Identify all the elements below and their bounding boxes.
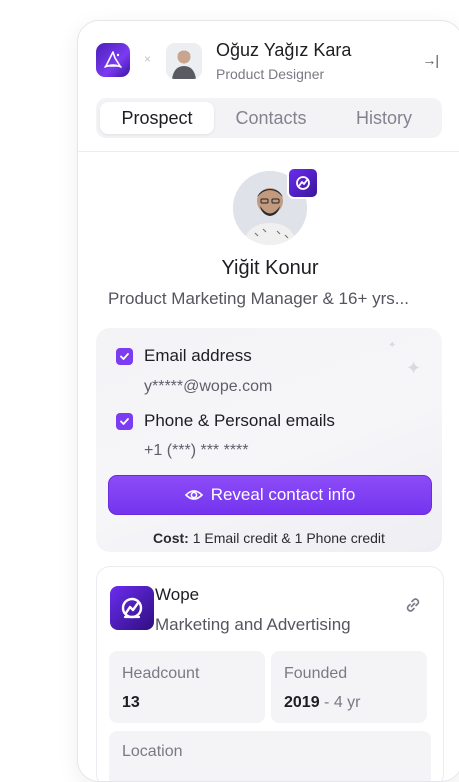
extension-panel: × Oğuz Yağız Kara Product Designer →| Pr… <box>77 20 459 782</box>
location-stat: Location <box>109 731 431 781</box>
sparkle-icon: ✦ <box>406 358 422 378</box>
phone-label: Phone & Personal emails <box>144 411 335 430</box>
headcount-value: 13 <box>122 694 140 711</box>
wope-logo-icon[interactable] <box>110 586 154 630</box>
tab-history[interactable]: History <box>330 102 438 134</box>
wope-badge-icon <box>287 167 319 199</box>
separator: × <box>144 52 152 66</box>
reveal-contact-button[interactable]: Reveal contact info <box>108 475 432 515</box>
profile-headline: Product Marketing Manager & 16+ yrs... <box>108 289 409 308</box>
email-masked-value: y*****@wope.com <box>144 378 273 395</box>
tab-bar: Prospect Contacts History <box>96 98 442 138</box>
reveal-button-label: Reveal contact info <box>210 485 356 504</box>
contact-reveal-card: ✦ ✦ Email address y*****@wope.com Phone … <box>96 328 442 552</box>
headcount-label: Headcount <box>122 665 200 682</box>
app-logo-icon[interactable] <box>96 43 130 77</box>
user-avatar[interactable] <box>166 43 202 79</box>
header: × Oğuz Yağız Kara Product Designer →| <box>78 21 459 101</box>
checkmark-icon <box>120 353 129 360</box>
tab-prospect[interactable]: Prospect <box>100 102 214 134</box>
sparkle-icon: ✦ <box>388 340 397 351</box>
profile-name: Yiğit Konur <box>221 257 319 279</box>
founded-label: Founded <box>284 665 348 682</box>
header-divider <box>78 151 459 152</box>
company-card: Wope Marketing and Advertising Headcount… <box>96 566 444 781</box>
company-industry: Marketing and Advertising <box>155 615 351 634</box>
cost-text: Cost: 1 Email credit & 1 Phone credit <box>96 530 442 546</box>
collapse-panel-icon[interactable]: →| <box>422 52 439 68</box>
phone-checkbox[interactable] <box>116 413 133 430</box>
user-role: Product Designer <box>216 66 325 82</box>
founded-stat: Founded 2019 - 4 yr <box>271 651 427 723</box>
user-name: Oğuz Yağız Kara <box>216 40 352 60</box>
founded-value: 2019 - 4 yr <box>284 694 361 711</box>
email-checkbox[interactable] <box>116 348 133 365</box>
eye-icon <box>184 490 203 500</box>
headcount-stat: Headcount 13 <box>109 651 265 723</box>
company-name[interactable]: Wope <box>155 585 199 605</box>
tab-contacts[interactable]: Contacts <box>216 102 326 134</box>
cost-value: 1 Email credit & 1 Phone credit <box>192 530 385 546</box>
cost-label: Cost: <box>153 530 189 546</box>
link-icon[interactable] <box>405 597 421 618</box>
phone-masked-value: +1 (***) *** **** <box>144 442 249 459</box>
location-label: Location <box>122 743 183 760</box>
checkmark-icon <box>120 418 129 425</box>
email-label: Email address <box>144 346 252 365</box>
